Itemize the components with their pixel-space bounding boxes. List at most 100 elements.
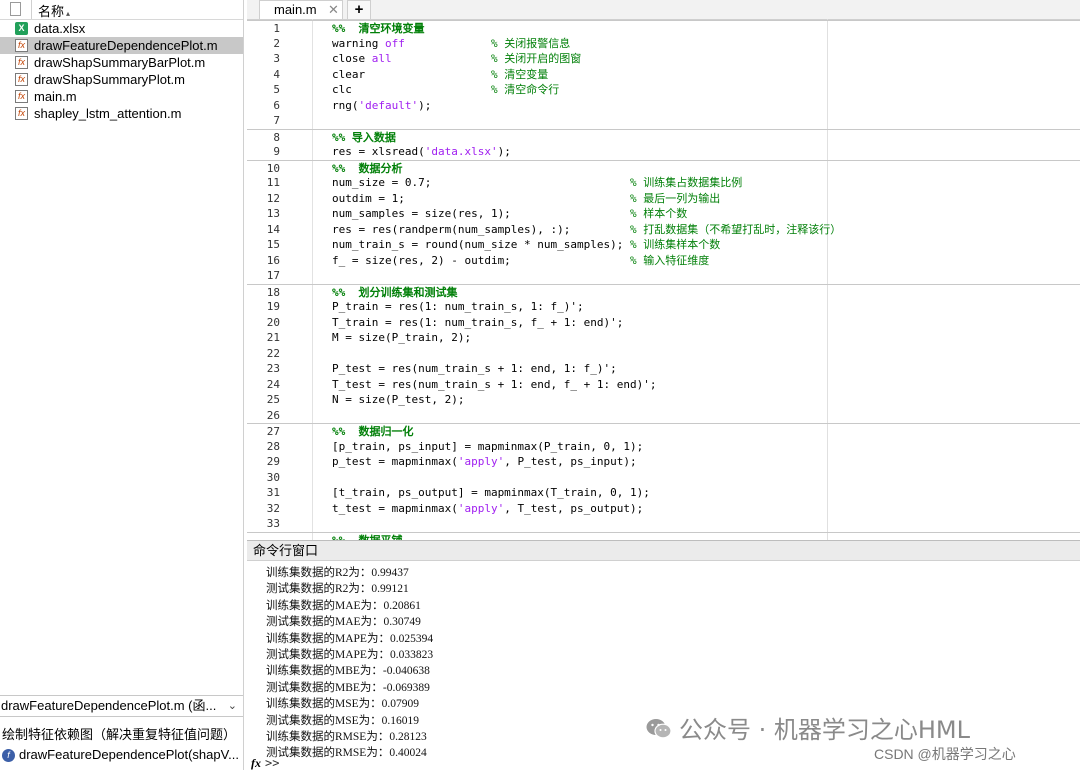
- code-section-header[interactable]: 8 %% 导入数据: [247, 128, 1080, 146]
- line-number: 25: [266, 393, 280, 406]
- m-file-icon: fx: [15, 90, 28, 103]
- tab-main-m[interactable]: main.m ✕: [259, 0, 343, 19]
- code-line[interactable]: 22: [247, 346, 1080, 362]
- code-line[interactable]: 11 num_size = 0.7; % 训练集占数据集比例: [247, 175, 1080, 191]
- code-line[interactable]: 24 T_test = res(num_train_s + 1: end, f_ …: [247, 377, 1080, 393]
- code-line[interactable]: 12 outdim = 1; % 最后一列为输出: [247, 191, 1080, 207]
- code-text: %% 清空环境变量: [332, 22, 425, 35]
- line-number: 14: [266, 222, 280, 236]
- line-number: 16: [266, 253, 280, 267]
- line-number: 22: [266, 346, 280, 360]
- output-line: 测试集数据的MSE为：0.16019: [266, 714, 420, 727]
- close-icon[interactable]: ✕: [328, 1, 339, 19]
- line-number: 12: [266, 191, 280, 205]
- m-file-icon: fx: [15, 73, 28, 86]
- code-line[interactable]: 20 T_train = res(1: num_train_s, f_ + 1: …: [247, 315, 1080, 331]
- code-text: outdim = 1; % 最后一列为输出: [332, 191, 721, 205]
- code-line[interactable]: 31 [t_train, ps_output] = mapminmax(T_tra…: [247, 485, 1080, 501]
- code-line[interactable]: 2 warning off % 关闭报警信息: [247, 36, 1080, 52]
- code-section-header[interactable]: 10 %% 数据分析: [247, 159, 1080, 177]
- line-number: 19: [266, 300, 280, 313]
- command-prompt[interactable]: fx >>: [251, 756, 279, 771]
- code-line[interactable]: 15 num_train_s = round(num_size * num_sam…: [247, 237, 1080, 253]
- name-column-header[interactable]: 名称 ▴: [38, 1, 70, 20]
- code-section-header[interactable]: 27 %% 数据归一化: [247, 423, 1080, 440]
- line-number: 1: [273, 22, 280, 35]
- code-line[interactable]: 14 res = res(randperm(num_samples), :); %…: [247, 222, 1080, 238]
- line-number: 2: [273, 36, 280, 50]
- code-line[interactable]: 28 [p_train, ps_input] = mapminmax(P_trai…: [247, 439, 1080, 455]
- code-text: T_test = res(num_train_s + 1: end, f_ + …: [332, 377, 657, 391]
- file-row[interactable]: fx drawFeatureDependencePlot.m: [0, 37, 243, 54]
- line-number: 23: [266, 362, 280, 375]
- code-text: [p_train, ps_input] = mapminmax(P_train,…: [332, 439, 644, 453]
- details-selector[interactable]: drawFeatureDependencePlot.m (函... ⌄: [0, 695, 243, 717]
- line-number: 3: [273, 52, 280, 65]
- code-line[interactable]: 17: [247, 268, 1080, 284]
- watermark-text: 公众号 · 机器学习之心HML: [679, 716, 971, 744]
- code-line[interactable]: 13 num_samples = size(res, 1); % 样本个数: [247, 206, 1080, 222]
- details-selected-file: drawFeatureDependencePlot.m (函...: [1, 698, 216, 713]
- code-line[interactable]: 7: [247, 113, 1080, 129]
- fx-icon[interactable]: fx: [251, 756, 261, 770]
- code-line[interactable]: 19 P_train = res(1: num_train_s, 1: f_)';: [247, 299, 1080, 315]
- code-text: T_train = res(1: num_train_s, f_ + 1: en…: [332, 315, 624, 329]
- details-description: 绘制特征依赖图（解决重复特征值问题）: [2, 727, 237, 742]
- code-line[interactable]: 6 rng('default');: [247, 98, 1080, 114]
- m-file-icon: fx: [15, 39, 28, 52]
- file-row[interactable]: fx shapley_lstm_attention.m: [0, 105, 243, 122]
- code-text: clc % 清空命令行: [332, 83, 560, 96]
- code-text: t_test = mapminmax('apply', T_test, ps_o…: [332, 501, 644, 515]
- file-row[interactable]: fx drawShapSummaryBarPlot.m: [0, 54, 243, 71]
- file-browser-panel: 名称 ▴ Xdata.xlsx fx drawFeatureDependencePlo…: [0, 0, 244, 770]
- code-line[interactable]: 3 close all % 关闭开启的图窗: [247, 51, 1080, 67]
- code-line[interactable]: 4 clear % 清空变量: [247, 67, 1080, 83]
- code-text: rng('default');: [332, 98, 432, 112]
- file-row[interactable]: Xdata.xlsx: [0, 20, 243, 37]
- line-number: 5: [273, 83, 280, 96]
- output-line: 测试集数据的MAE为：0.30749: [266, 616, 421, 629]
- output-line: 测试集数据的R2为：0.99121: [266, 583, 409, 596]
- file-name: data.xlsx: [34, 21, 86, 36]
- code-section-header[interactable]: 1 %% 清空环境变量: [247, 20, 1080, 37]
- code-line[interactable]: 9 res = xlsread('data.xlsx');: [247, 144, 1080, 160]
- code-line[interactable]: 33: [247, 516, 1080, 532]
- file-type-column-icon: [10, 2, 21, 16]
- code-line[interactable]: 26: [247, 408, 1080, 424]
- chevron-down-icon[interactable]: ⌄: [228, 696, 237, 716]
- output-line: 训练集数据的MSE为：0.07909: [266, 698, 420, 711]
- file-row[interactable]: fx main.m: [0, 88, 243, 105]
- file-name: drawFeatureDependencePlot.m: [34, 38, 218, 53]
- file-name: main.m: [34, 89, 77, 104]
- m-file-icon: fx: [15, 56, 28, 69]
- code-text: num_size = 0.7; % 训练集占数据集比例: [332, 176, 743, 189]
- add-tab-button[interactable]: +: [347, 0, 371, 19]
- code-text: res = res(randperm(num_samples), :); % 打…: [332, 222, 842, 236]
- line-number: 4: [273, 67, 280, 81]
- details-function-signature[interactable]: f drawFeatureDependencePlot(shapV...: [0, 745, 243, 765]
- code-section-header[interactable]: %% 数据平铺: [247, 531, 1080, 540]
- line-number: 28: [266, 439, 280, 453]
- code-text: N = size(P_test, 2);: [332, 393, 465, 406]
- watermark: 公众号 · 机器学习之心HML: [645, 710, 970, 745]
- file-row[interactable]: fx drawShapSummaryPlot.m: [0, 71, 243, 88]
- code-line[interactable]: 21 M = size(P_train, 2);: [247, 330, 1080, 346]
- line-number: 15: [266, 238, 280, 251]
- line-number: 21: [266, 331, 280, 344]
- code-line[interactable]: 32 t_test = mapminmax('apply', T_test, ps…: [247, 501, 1080, 517]
- m-file-icon: fx: [15, 107, 28, 120]
- line-number: 32: [266, 501, 280, 515]
- code-text: %% 划分训练集和测试集: [332, 285, 458, 299]
- output-line: 测试集数据的RMSE为：0.40024: [266, 747, 427, 760]
- code-editor[interactable]: 1 %% 清空环境变量 2 warning off % 关闭报警信息 3 close al…: [247, 19, 1080, 540]
- code-line[interactable]: 16 f_ = size(res, 2) - outdim; % 输入特征维度: [247, 253, 1080, 269]
- code-line[interactable]: 30: [247, 470, 1080, 486]
- command-window-title-bar: 命令行窗口: [247, 540, 1080, 561]
- code-text: %% 导入数据: [332, 130, 396, 144]
- code-line[interactable]: 25 N = size(P_test, 2);: [247, 392, 1080, 408]
- code-section-header[interactable]: 18 %% 划分训练集和测试集: [247, 283, 1080, 301]
- code-line[interactable]: 23 P_test = res(num_train_s + 1: end, 1: …: [247, 361, 1080, 377]
- code-line[interactable]: 29 p_test = mapminmax('apply', P_test, ps…: [247, 454, 1080, 470]
- wechat-icon: [646, 719, 672, 739]
- code-line[interactable]: 5 clc % 清空命令行: [247, 82, 1080, 98]
